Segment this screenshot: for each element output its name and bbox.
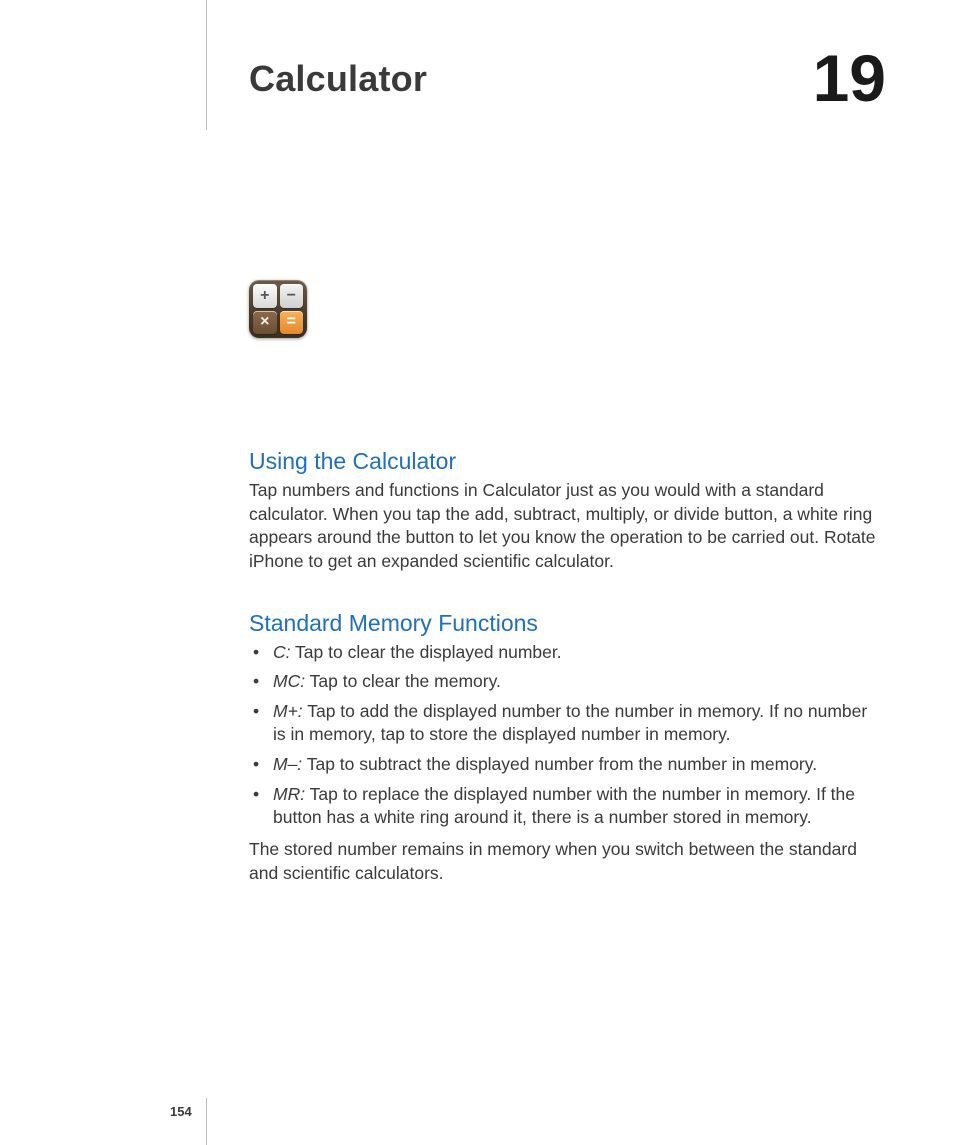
calculator-icon: + − × = bbox=[249, 280, 307, 338]
memory-footnote: The stored number remains in memory when… bbox=[249, 838, 879, 885]
desc: Tap to subtract the displayed number fro… bbox=[307, 754, 817, 774]
page-number: 154 bbox=[170, 1104, 192, 1119]
term: M+: bbox=[273, 701, 303, 721]
list-item: C: Tap to clear the displayed number. bbox=[249, 641, 879, 665]
section-body-using: Tap numbers and functions in Calculator … bbox=[249, 479, 879, 574]
calc-key-equals: = bbox=[280, 311, 304, 335]
calc-key-minus: − bbox=[280, 284, 304, 308]
footer-rule bbox=[206, 1098, 207, 1145]
term: C: bbox=[273, 642, 291, 662]
term: MR: bbox=[273, 784, 305, 804]
calc-key-times: × bbox=[253, 311, 277, 335]
calc-key-plus: + bbox=[253, 284, 277, 308]
header-rule bbox=[206, 0, 207, 130]
list-item: M+: Tap to add the displayed number to t… bbox=[249, 700, 879, 747]
chapter-title: Calculator bbox=[249, 58, 427, 100]
section-heading-using: Using the Calculator bbox=[249, 448, 879, 475]
memory-function-list: C: Tap to clear the displayed number. MC… bbox=[249, 641, 879, 830]
term: MC: bbox=[273, 671, 305, 691]
list-item: MC: Tap to clear the memory. bbox=[249, 670, 879, 694]
page-content: + − × = Using the Calculator Tap numbers… bbox=[249, 280, 879, 911]
list-item: MR: Tap to replace the displayed number … bbox=[249, 783, 879, 830]
desc: Tap to replace the displayed number with… bbox=[273, 784, 855, 828]
term: M–: bbox=[273, 754, 302, 774]
list-item: M–: Tap to subtract the displayed number… bbox=[249, 753, 879, 777]
section-heading-memory: Standard Memory Functions bbox=[249, 610, 879, 637]
desc: Tap to clear the memory. bbox=[310, 671, 501, 691]
chapter-number: 19 bbox=[813, 40, 886, 116]
desc: Tap to clear the displayed number. bbox=[295, 642, 562, 662]
desc: Tap to add the displayed number to the n… bbox=[273, 701, 867, 745]
